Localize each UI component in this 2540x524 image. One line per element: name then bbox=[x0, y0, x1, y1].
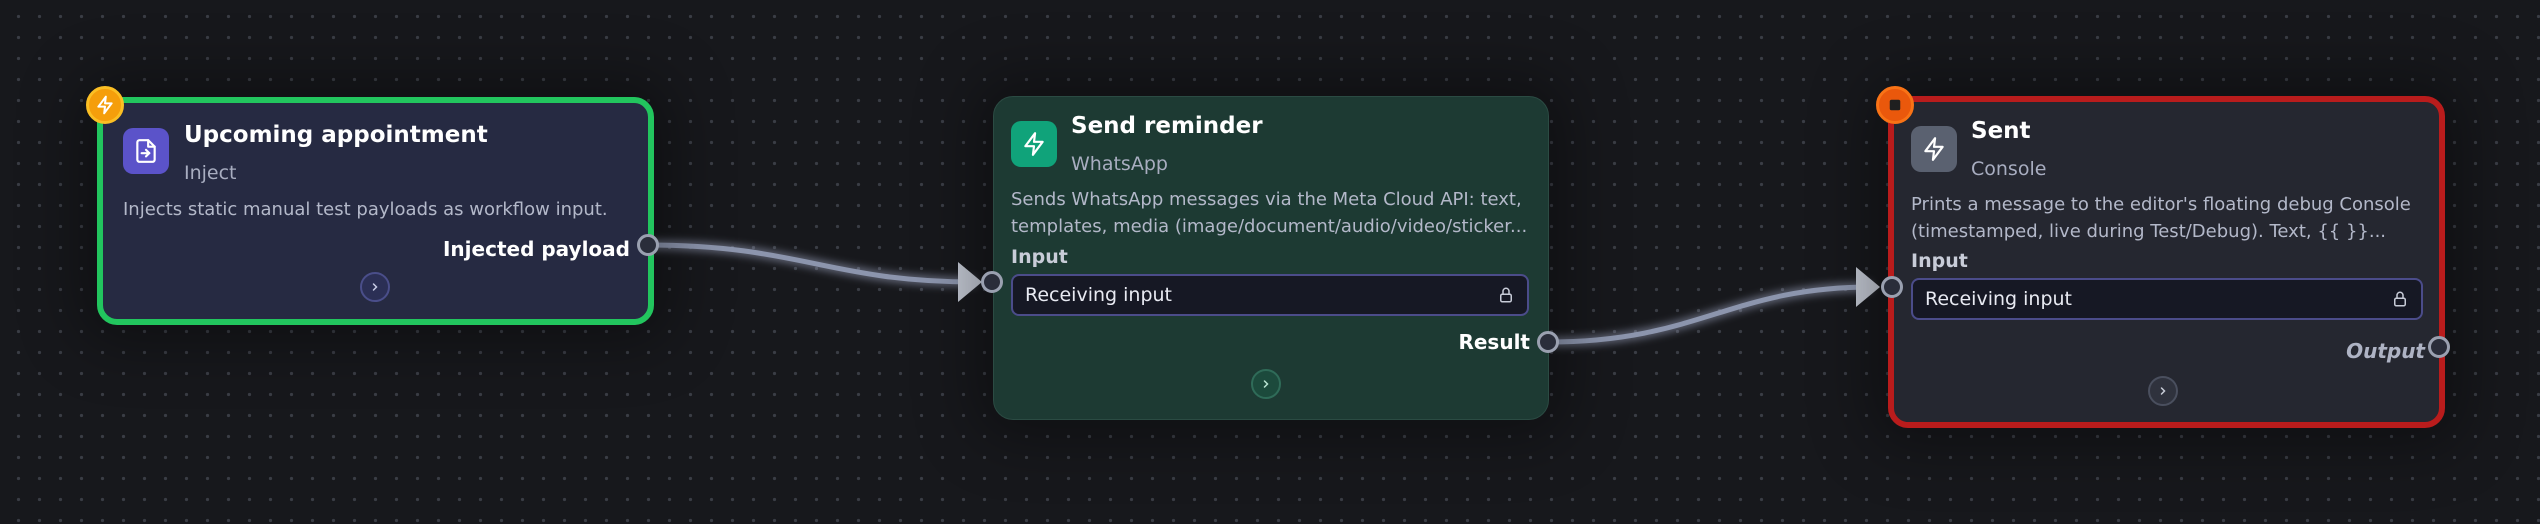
node-send-reminder[interactable]: Send reminder WhatsApp Sends WhatsApp me… bbox=[993, 96, 1549, 420]
expand-button[interactable] bbox=[1251, 369, 1281, 399]
lightning-icon bbox=[97, 95, 113, 115]
file-import-icon bbox=[123, 128, 169, 174]
node-upcoming-appointment[interactable]: Upcoming appointment Inject Injects stat… bbox=[97, 97, 654, 325]
output-port[interactable] bbox=[1537, 331, 1559, 353]
node-description: Sends WhatsApp messages via the Meta Clo… bbox=[1011, 189, 1528, 237]
input-value: Receiving input bbox=[1025, 284, 1172, 306]
node-description: Prints a message to the editor's floatin… bbox=[1911, 194, 2411, 242]
node-title: Upcoming appointment bbox=[184, 122, 488, 148]
output-port-label: Injected payload bbox=[442, 237, 630, 261]
node-type-label: Inject bbox=[184, 162, 237, 184]
connection-arrow-icon bbox=[958, 262, 982, 302]
connection-arrow-icon bbox=[1856, 267, 1880, 307]
expand-button[interactable] bbox=[2148, 376, 2178, 406]
expand-button[interactable] bbox=[360, 272, 390, 302]
lightning-icon bbox=[1911, 126, 1957, 172]
trigger-badge[interactable] bbox=[86, 86, 124, 124]
lock-icon bbox=[2394, 291, 2406, 307]
chevron-right-icon bbox=[2160, 387, 2166, 395]
output-port-label: Output bbox=[2346, 339, 2425, 363]
connection-inject-to-whatsapp[interactable] bbox=[647, 240, 982, 302]
input-port[interactable] bbox=[981, 271, 1003, 293]
stop-icon bbox=[1889, 99, 1901, 111]
input-port[interactable] bbox=[1881, 276, 1903, 298]
output-port[interactable] bbox=[2428, 336, 2450, 358]
node-type-label: WhatsApp bbox=[1071, 153, 1168, 175]
node-type-label: Console bbox=[1971, 158, 2047, 180]
connection-whatsapp-to-console[interactable] bbox=[1547, 267, 1880, 347]
node-title: Send reminder bbox=[1071, 113, 1263, 139]
input-field[interactable]: Receiving input bbox=[1011, 274, 1529, 316]
lock-icon bbox=[1500, 287, 1512, 303]
input-field[interactable]: Receiving input bbox=[1911, 278, 2423, 320]
output-port[interactable] bbox=[637, 234, 659, 256]
stop-badge[interactable] bbox=[1876, 86, 1914, 124]
node-sent[interactable]: Sent Console Prints a message to the edi… bbox=[1888, 96, 2445, 428]
lightning-icon bbox=[1011, 121, 1057, 167]
input-value: Receiving input bbox=[1925, 288, 2072, 310]
output-port-label: Result bbox=[1458, 330, 1530, 354]
node-description: Injects static manual test payloads as w… bbox=[123, 199, 608, 220]
chevron-right-icon bbox=[1263, 380, 1269, 388]
node-title: Sent bbox=[1971, 118, 2031, 144]
input-section-label: Input bbox=[1911, 250, 1968, 272]
input-section-label: Input bbox=[1011, 246, 1068, 268]
workflow-canvas[interactable]: Upcoming appointment Inject Injects stat… bbox=[0, 0, 2540, 524]
chevron-right-icon bbox=[372, 283, 378, 291]
